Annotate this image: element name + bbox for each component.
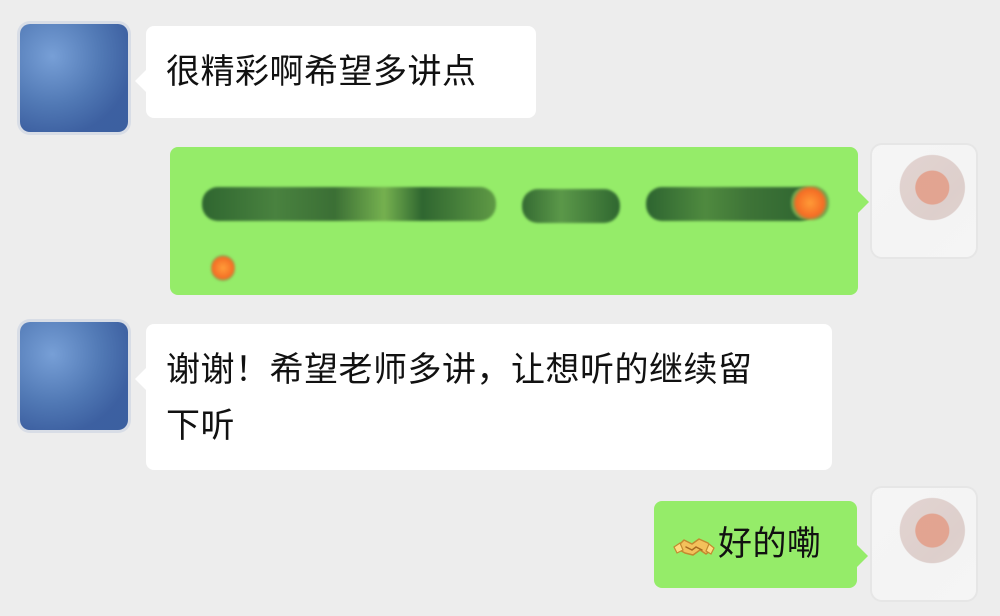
incoming-message-bubble[interactable]: 谢谢！希望老师多讲，让想听的继续留 下听 [135,324,832,470]
message-line: 下听 [166,406,235,446]
user-avatar[interactable] [872,488,976,600]
message-text: 很精彩啊希望多讲点 [166,52,477,92]
redacted-message-content [188,169,840,281]
redaction-smear [202,187,496,221]
outgoing-message-bubble[interactable] [170,147,869,295]
message-text: 好的嘞 [718,524,822,564]
incoming-message-bubble[interactable]: 很精彩啊希望多讲点 [135,26,536,118]
contact-avatar[interactable] [20,24,128,132]
redaction-smear [791,186,829,220]
handshake-icon [672,532,716,560]
message-text-row: 好的嘞 [672,516,839,572]
user-avatar[interactable] [872,145,976,257]
outgoing-message-bubble[interactable]: 好的嘞 [654,501,868,588]
redaction-smear [211,255,235,281]
message-line: 谢谢！希望老师多讲，让想听的继续留 [166,350,753,390]
redaction-smear [522,189,620,223]
contact-avatar[interactable] [20,322,128,430]
